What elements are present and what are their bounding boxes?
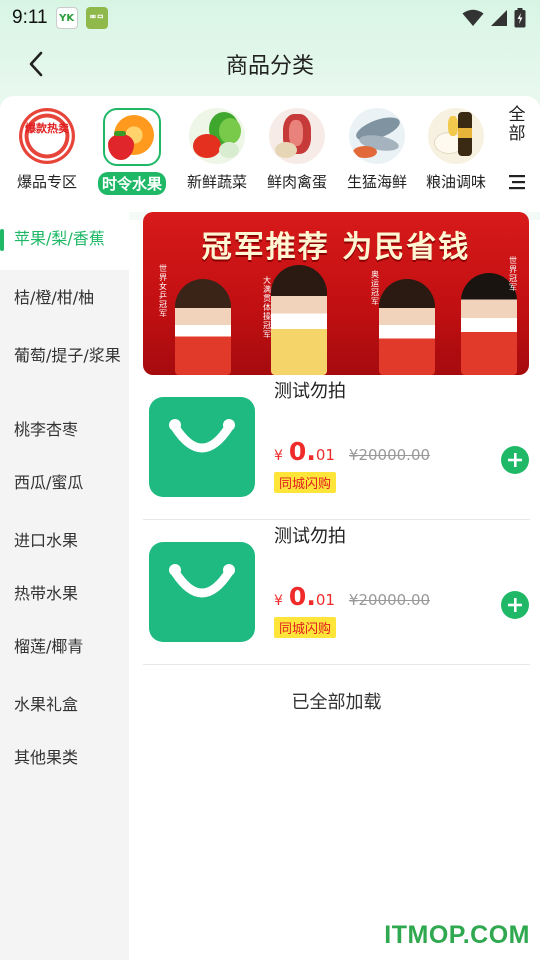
sidebar-item-label: 桔/橙/柑/柚 [14,288,95,307]
app-notification-icon: ᄈᄆ [85,7,108,29]
category-seasonal-fruit[interactable]: 时令水果 [92,108,172,195]
sidebar-item-apple-pear-banana[interactable]: 苹果/梨/香蕉 [0,212,129,270]
flash-sale-tag: 同城闪购 [274,472,337,493]
category-label: 新鲜蔬菜 [186,173,247,191]
sidebar-item-tropical[interactable]: 热带水果 [0,583,129,605]
banner-title: 冠军推荐 为民省钱 [201,230,471,265]
all-categories-button[interactable]: 全 部 [504,106,530,194]
currency-symbol: ¥ [274,593,283,609]
sidebar-item-label: 葡萄/提子/浆果 [14,346,121,365]
category-hot-sale[interactable]: 爆款热卖 爆品专区 [7,108,87,193]
subcategory-sidebar: 苹果/梨/香蕉 桔/橙/柑/柚 葡萄/提子/浆果 桃李杏枣 西瓜/蜜瓜 进口水果… [0,212,129,960]
price-decimal: 01 [315,591,335,609]
sidebar-item-citrus[interactable]: 桔/橙/柑/柚 [0,287,129,309]
banner-caption: 奥运冠军 [371,270,379,306]
banner-caption: 世界女乒冠军 [159,264,167,318]
sidebar-item-durian-coconut[interactable]: 榴莲/椰青 [0,636,129,658]
all-categories-label-2: 部 [508,124,526,144]
category-label: 时令水果 [97,172,166,195]
sidebar-item-label: 热带水果 [14,584,79,603]
category-label: 爆品专区 [16,173,77,191]
currency-symbol: ¥ [274,448,283,464]
plus-icon [508,598,522,612]
promo-banner[interactable]: 冠军推荐 为民省钱 世界女乒冠军 大满贯体操冠军 奥运冠军 世界冠军 [143,212,529,375]
original-price: ¥20000.00 [348,446,431,464]
sidebar-item-label: 西瓜/蜜瓜 [14,473,84,492]
chevron-left-icon [29,51,43,77]
original-price: ¥20000.00 [348,591,431,609]
all-categories-label-1: 全 [508,105,526,125]
banner-person-image [271,265,327,375]
add-to-cart-button[interactable] [501,446,529,474]
price-row: ¥ 0. 01 ¥20000.00 [274,437,430,466]
price-decimal: 01 [315,446,335,464]
sidebar-item-melon[interactable]: 西瓜/蜜瓜 [0,472,129,494]
banner-person-image [379,279,435,375]
end-of-list-text: 已全部加载 [291,692,382,713]
meat-image [269,108,325,164]
back-button[interactable] [18,46,54,82]
sidebar-item-label: 榴莲/椰青 [14,637,84,656]
plus-icon [508,453,522,467]
sidebar-item-imported[interactable]: 进口水果 [0,530,129,552]
sidebar-item-grape-berry[interactable]: 葡萄/提子/浆果 [0,345,129,367]
category-vegetables[interactable]: 新鲜蔬菜 [177,108,257,193]
status-time: 9:11 [12,7,48,28]
orange-strawberry-image [103,108,161,166]
category-meat-eggs[interactable]: 鲜肉禽蛋 [257,108,337,193]
category-grain-oil[interactable]: 粮油调味 [416,108,496,193]
app-notification-icon: YK [55,7,78,29]
wifi-icon [462,9,484,26]
banner-caption: 世界冠军 [509,256,517,292]
product-card[interactable]: 测试勿拍 ¥ 0. 01 ¥20000.00 同城闪购 [143,520,530,665]
hot-sale-badge-icon: 爆款热卖 [19,108,75,164]
product-image[interactable] [145,389,259,505]
banner-caption: 大满贯体操冠军 [263,276,271,339]
sidebar-item-label: 其他果类 [14,748,79,767]
category-label: 生猛海鲜 [346,173,407,191]
sidebar-item-gift-box[interactable]: 水果礼盒 [0,694,129,716]
site-watermark: ITMOP.COM [384,921,530,949]
hot-sale-badge-text: 爆款热卖 [25,122,69,135]
product-card[interactable]: 测试勿拍 ¥ 0. 01 ¥20000.00 同城闪购 [143,375,530,520]
product-name: 测试勿拍 [274,381,346,402]
price-row: ¥ 0. 01 ¥20000.00 [274,582,430,611]
category-label: 粮油调味 [425,173,486,191]
banner-person-image [175,279,231,375]
vegetables-image [189,108,245,164]
sidebar-item-label: 进口水果 [14,531,79,550]
flash-sale-tag: 同城闪购 [274,617,337,638]
seafood-image [349,108,405,164]
add-to-cart-button[interactable] [501,591,529,619]
shopping-bag-icon [149,542,255,642]
menu-icon [509,175,525,190]
product-image[interactable] [145,534,259,650]
price-integer: 0. [288,582,316,611]
category-strip: 爆款热卖 爆品专区 时令水果 新鲜蔬菜 鲜肉禽蛋 生猛海鲜 粮油调味 全 部 [0,96,540,212]
cell-signal-icon [491,10,507,26]
sidebar-item-peach-plum[interactable]: 桃李杏枣 [0,419,129,441]
page-header: 商品分类 [0,36,540,92]
active-indicator [0,229,4,251]
sidebar-item-label: 桃李杏枣 [14,420,79,439]
category-label: 鲜肉禽蛋 [266,173,327,191]
product-name: 测试勿拍 [274,526,346,547]
shopping-bag-icon [149,397,255,497]
price-integer: 0. [288,437,316,466]
page-title: 商品分类 [225,54,314,79]
sidebar-item-label: 苹果/梨/香蕉 [14,229,105,248]
grain-oil-image [428,108,484,164]
status-bar: 9:11 YK ᄈᄆ [0,0,540,36]
battery-icon [514,8,526,28]
category-seafood[interactable]: 生猛海鲜 [337,108,417,193]
sidebar-item-other[interactable]: 其他果类 [0,747,129,769]
sidebar-item-label: 水果礼盒 [14,695,79,714]
